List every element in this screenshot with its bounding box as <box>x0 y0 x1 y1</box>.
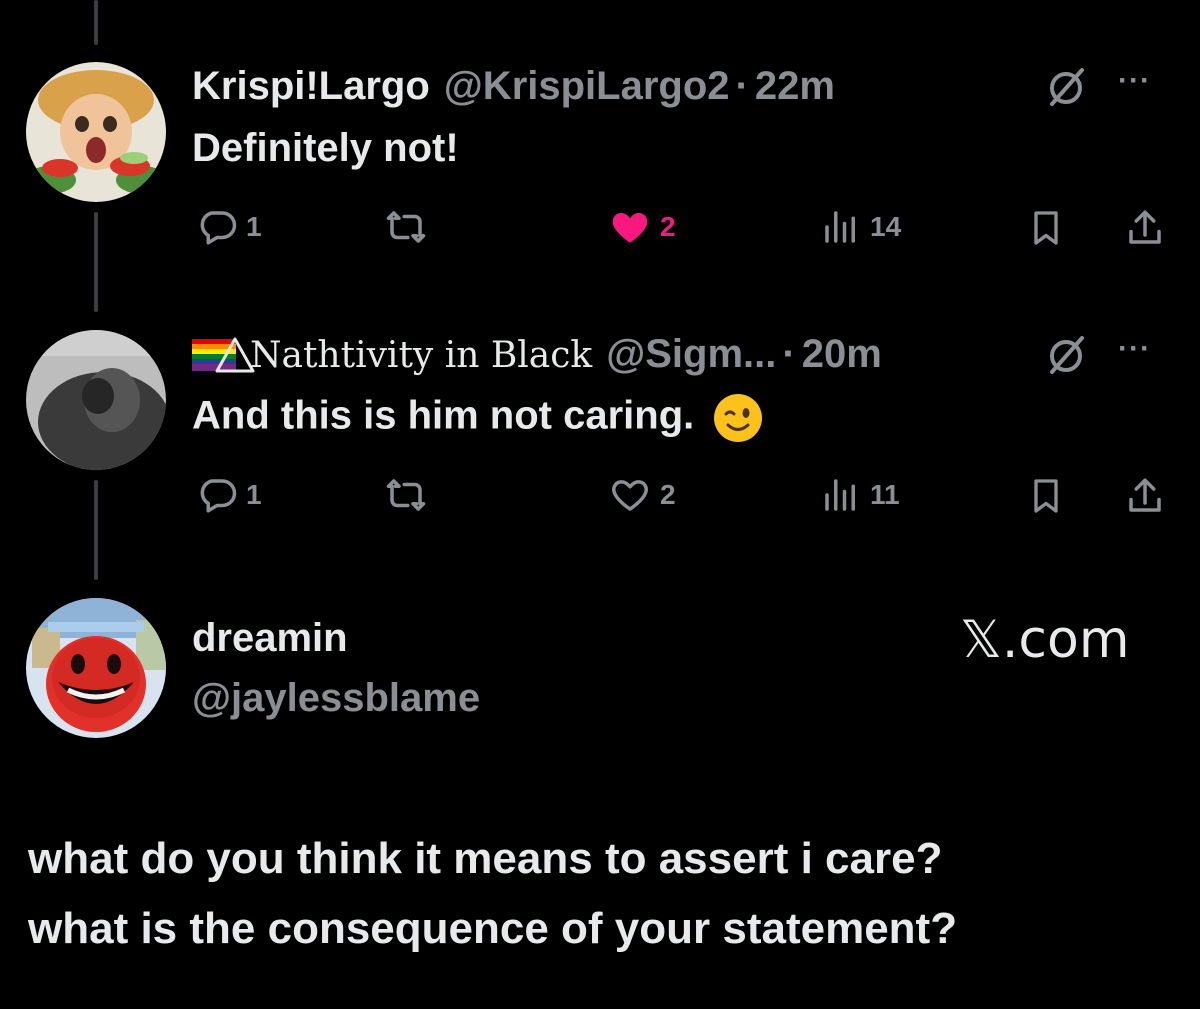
tweet-text: Definitely not! <box>192 126 459 170</box>
avatar-image <box>26 62 166 202</box>
grok-icon[interactable] <box>1044 334 1088 383</box>
like-count: 2 <box>660 211 676 242</box>
like-count: 2 <box>660 479 676 510</box>
avatar-image <box>26 330 166 470</box>
author-name[interactable]: Krispi!Largo <box>192 64 430 109</box>
views-icon <box>825 211 855 243</box>
bookmark-button[interactable] <box>1026 206 1066 250</box>
bookmark-button[interactable] <box>1026 474 1066 518</box>
separator-dot: · <box>735 64 749 108</box>
retweet-button[interactable] <box>384 474 428 516</box>
more-icon[interactable]: ··· <box>1118 64 1151 98</box>
author-name[interactable]: dreamin <box>192 616 348 661</box>
avatar-image <box>26 598 166 738</box>
reply-button[interactable]: 1 <box>196 474 262 516</box>
avatar-dreamin[interactable] <box>26 598 166 738</box>
thread-line-middle <box>94 212 98 312</box>
reply-count: 1 <box>246 211 262 242</box>
heart-icon <box>612 480 648 511</box>
grok-icon[interactable] <box>1044 66 1088 115</box>
brand-logo[interactable]: 𝕏.com <box>960 610 1129 670</box>
reply-icon <box>200 211 237 245</box>
views-button[interactable]: 11 <box>820 474 900 516</box>
thread-line-top <box>94 0 98 45</box>
separator-dot: · <box>782 332 796 376</box>
share-button[interactable] <box>1124 474 1166 518</box>
thread-line-bottom <box>94 480 98 580</box>
share-icon <box>1129 210 1161 244</box>
reply-text: what do you think it means to assert i c… <box>28 824 957 964</box>
bookmark-icon <box>1034 479 1058 513</box>
tweet-text: And this is him not caring. <box>192 392 764 444</box>
timestamp[interactable]: 22m <box>755 64 835 109</box>
more-icon[interactable]: ··· <box>1118 332 1151 366</box>
heart-icon <box>612 213 648 243</box>
retweet-button[interactable] <box>384 206 428 248</box>
tweet-2-header: Nathtivity in Black @Sigm... · 20m <box>192 332 882 377</box>
share-icon <box>1129 478 1161 512</box>
views-button[interactable]: 14 <box>820 206 901 248</box>
avatar-nathtivity[interactable] <box>26 330 166 470</box>
winking-face-emoji <box>714 394 763 442</box>
retweet-icon <box>386 479 426 511</box>
reply-button[interactable]: 1 <box>196 206 262 248</box>
timestamp[interactable]: 20m <box>802 332 882 377</box>
retweet-icon <box>386 211 426 243</box>
views-count: 11 <box>870 479 900 510</box>
views-icon <box>825 479 855 511</box>
like-button[interactable]: 2 <box>608 206 676 248</box>
like-button[interactable]: 2 <box>608 474 676 516</box>
reply-count: 1 <box>246 479 262 510</box>
author-handle[interactable]: @KrispiLargo2 <box>444 64 730 109</box>
author-handle[interactable]: @jaylessblame <box>192 676 480 721</box>
views-count: 14 <box>870 211 902 242</box>
reply-text-line-2: what is the consequence of your statemen… <box>28 904 958 953</box>
bookmark-icon <box>1034 211 1058 245</box>
tweet-text-content: And this is him not caring. <box>192 393 695 438</box>
reply-icon <box>200 479 237 513</box>
author-name[interactable]: Nathtivity in Black <box>250 335 592 376</box>
avatar-krispilargo[interactable] <box>26 62 166 202</box>
reply-text-line-1: what do you think it means to assert i c… <box>28 834 943 883</box>
share-button[interactable] <box>1124 206 1166 250</box>
author-handle[interactable]: @Sigm... <box>606 332 776 377</box>
tweet-1-header: Krispi!Largo @KrispiLargo2 · 22m <box>192 64 835 109</box>
